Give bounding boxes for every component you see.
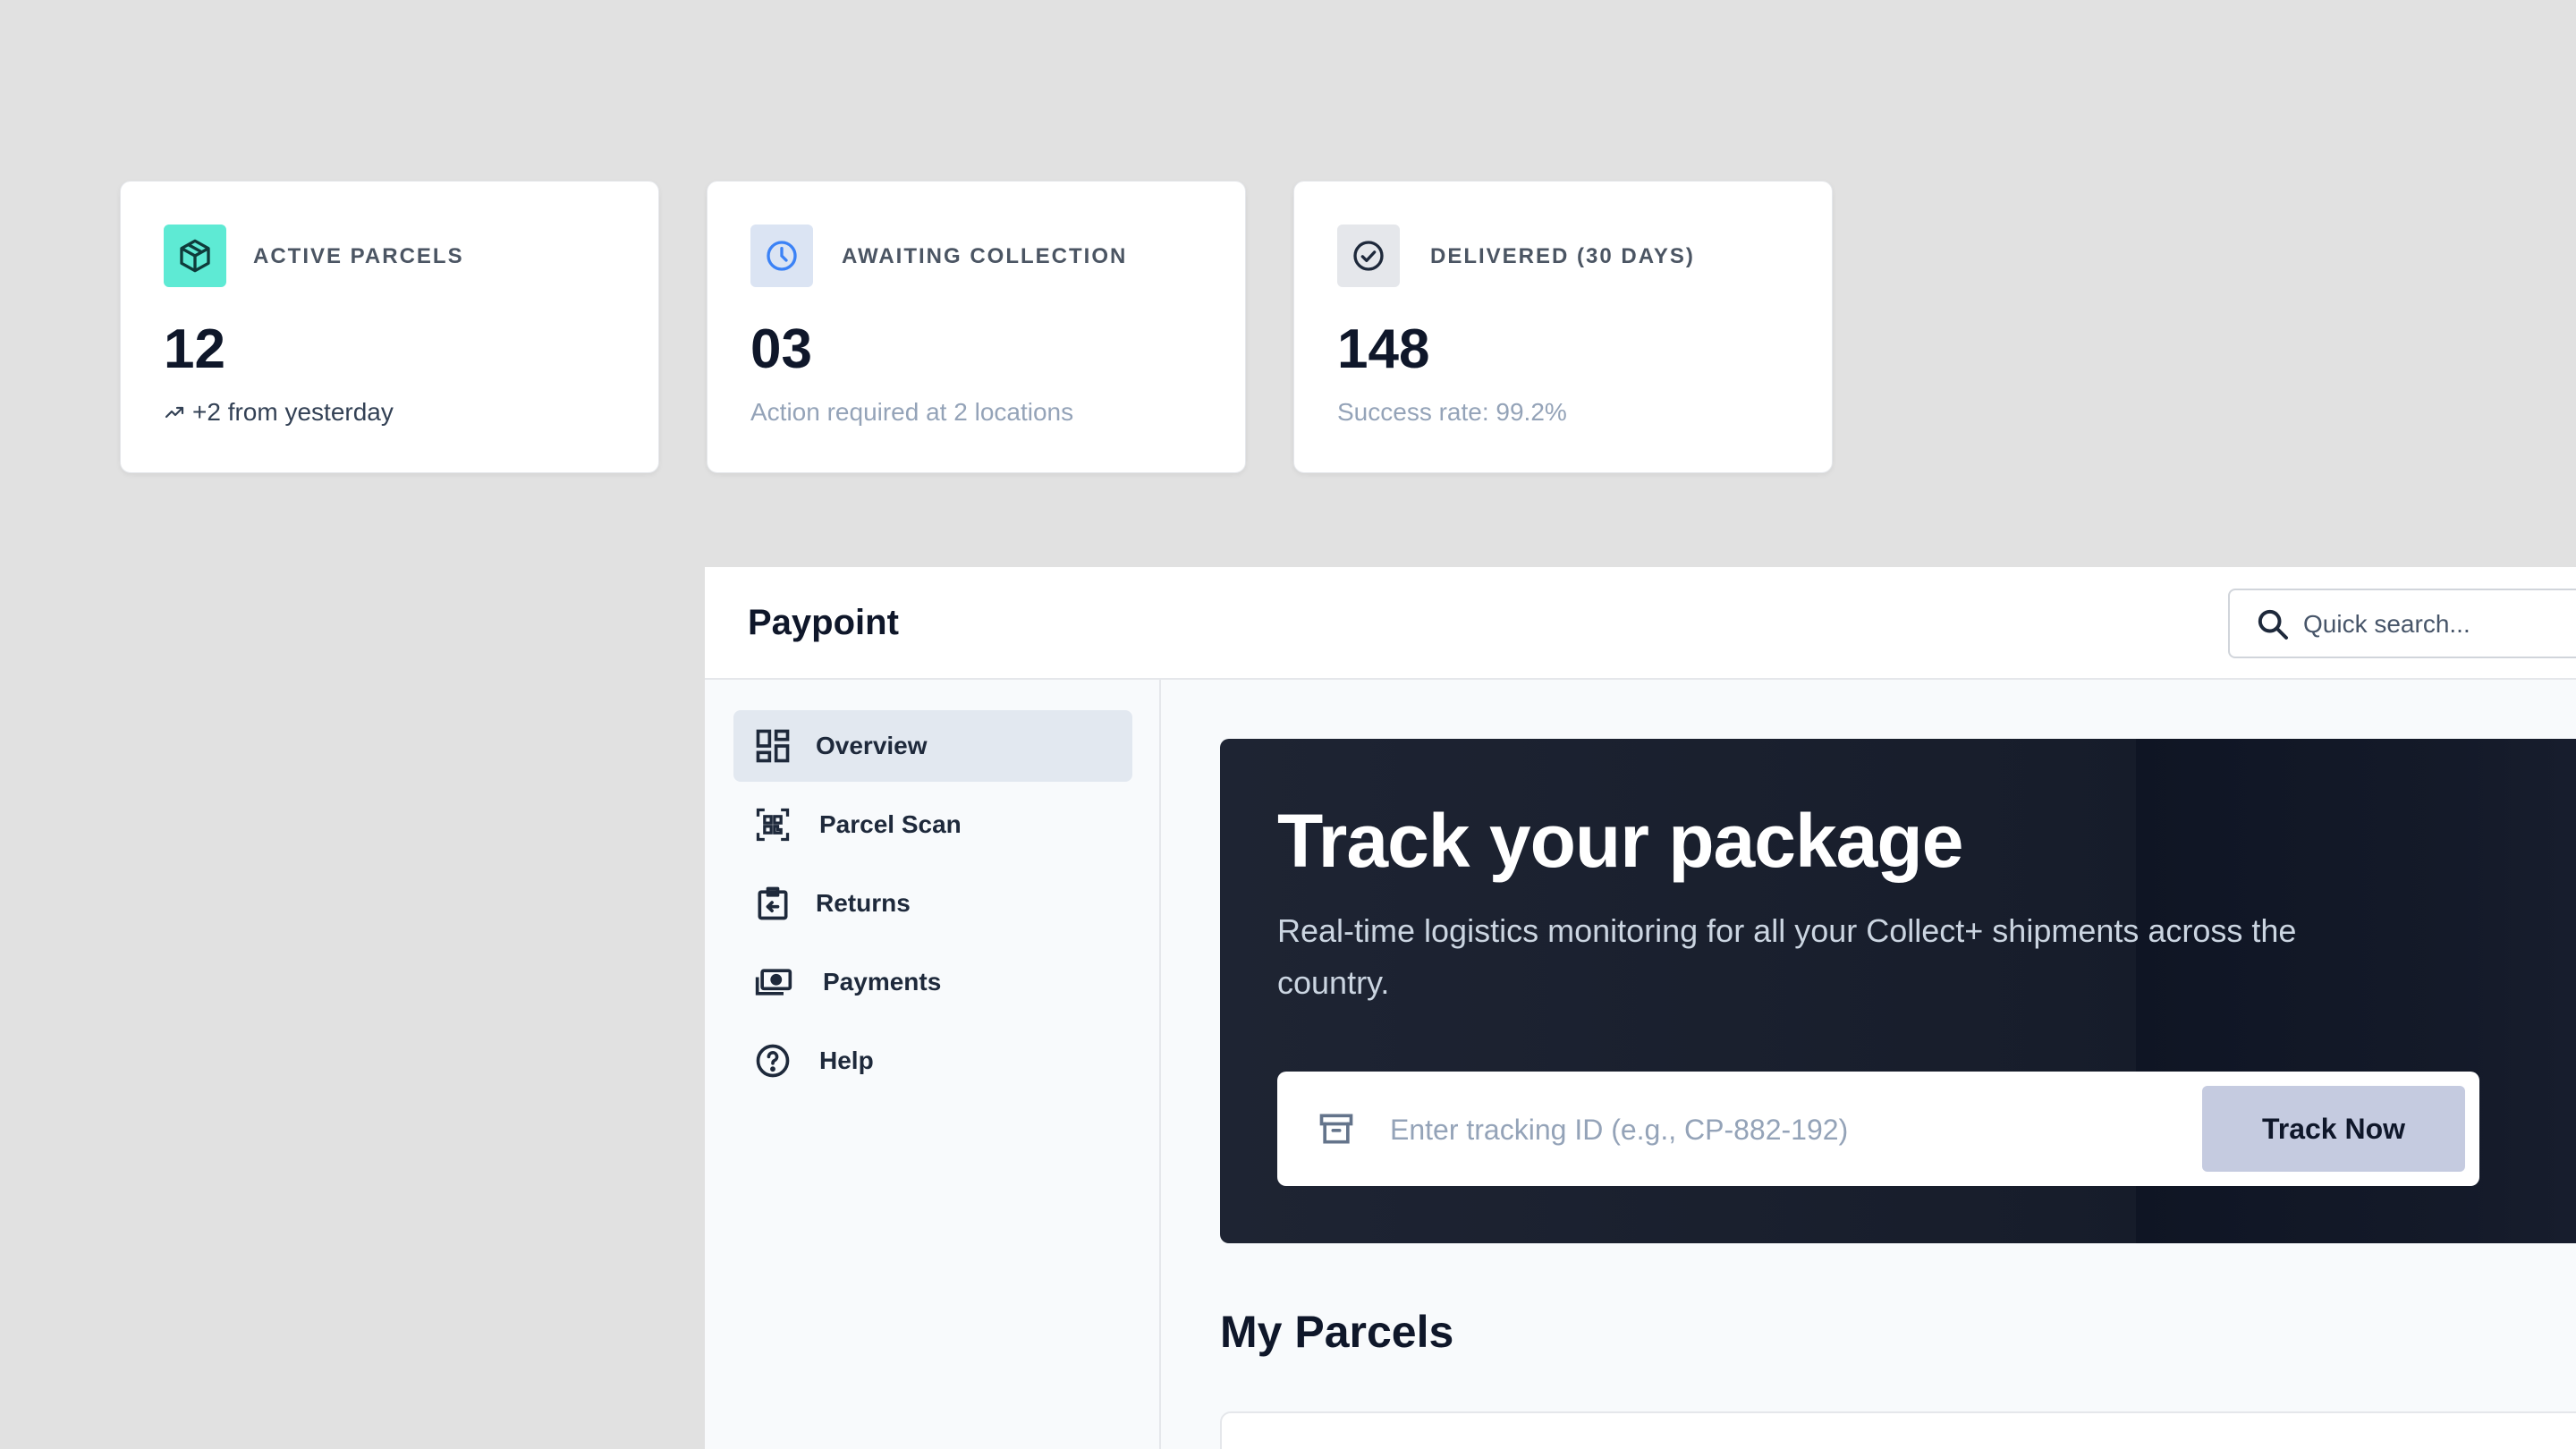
clock-icon — [750, 225, 813, 287]
stat-sub: Success rate: 99.2% — [1337, 398, 1567, 426]
my-parcels-heading: My Parcels — [1220, 1307, 1454, 1357]
stat-sub-text: +2 from yesterday — [192, 398, 394, 426]
stat-sub: Action required at 2 locations — [750, 398, 1074, 426]
top-bar: Paypoint — [705, 567, 2576, 680]
stat-value: 03 — [750, 318, 812, 380]
stat-value: 148 — [1337, 318, 1430, 380]
package-icon — [164, 225, 226, 287]
return-clipboard-icon — [753, 884, 792, 923]
qr-scan-icon — [753, 805, 792, 844]
sidebar-item-returns[interactable]: Returns — [733, 868, 1132, 939]
app-window: Paypoint Overview — [705, 567, 2576, 1449]
archive-box-icon — [1317, 1109, 1356, 1148]
help-circle-icon — [753, 1041, 792, 1080]
hero-description: Real-time logistics monitoring for all y… — [1277, 912, 2297, 1001]
sidebar-item-help[interactable]: Help — [733, 1025, 1132, 1097]
stat-label: AWAITING COLLECTION — [842, 244, 1128, 268]
stat-card-awaiting-collection: AWAITING COLLECTION 03 Action required a… — [707, 181, 1246, 473]
tracking-id-input[interactable] — [1388, 1098, 2179, 1161]
stat-label: ACTIVE PARCELS — [253, 244, 464, 268]
stat-card-active-parcels: ACTIVE PARCELS 12 +2 from yesterday — [120, 181, 659, 473]
sidebar: Overview Parcel Scan Returns Payments He… — [705, 680, 1161, 1449]
stat-sub: +2 from yesterday — [164, 398, 394, 427]
stat-label: DELIVERED (30 DAYS) — [1430, 244, 1695, 268]
hero-title: Track your package — [1277, 799, 1963, 883]
parcels-list-card — [1220, 1411, 2576, 1449]
tracking-form: Track Now — [1277, 1072, 2479, 1186]
sidebar-item-label: Help — [819, 1046, 874, 1074]
check-circle-icon — [1337, 225, 1400, 287]
stat-value: 12 — [164, 318, 225, 380]
sidebar-item-overview[interactable]: Overview — [733, 710, 1132, 782]
sidebar-item-payments[interactable]: Payments — [733, 946, 1132, 1018]
sidebar-item-label: Parcel Scan — [819, 810, 962, 838]
sidebar-item-label: Returns — [816, 889, 911, 917]
search-input[interactable] — [2301, 601, 2576, 648]
sidebar-item-label: Overview — [816, 732, 928, 759]
track-hero-banner: Track your package Real-time logistics m… — [1220, 739, 2576, 1243]
search-box[interactable] — [2228, 589, 2576, 658]
track-now-button[interactable]: Track Now — [2202, 1086, 2465, 1172]
sidebar-item-label: Payments — [823, 968, 942, 996]
sidebar-item-parcel-scan[interactable]: Parcel Scan — [733, 789, 1132, 860]
brand-logo[interactable]: Paypoint — [748, 603, 899, 643]
stat-card-delivered: DELIVERED (30 DAYS) 148 Success rate: 99… — [1293, 181, 1833, 473]
grid-icon — [753, 726, 792, 766]
trend-up-icon — [165, 406, 184, 419]
search-icon — [2255, 606, 2291, 642]
cash-icon — [753, 962, 792, 1002]
